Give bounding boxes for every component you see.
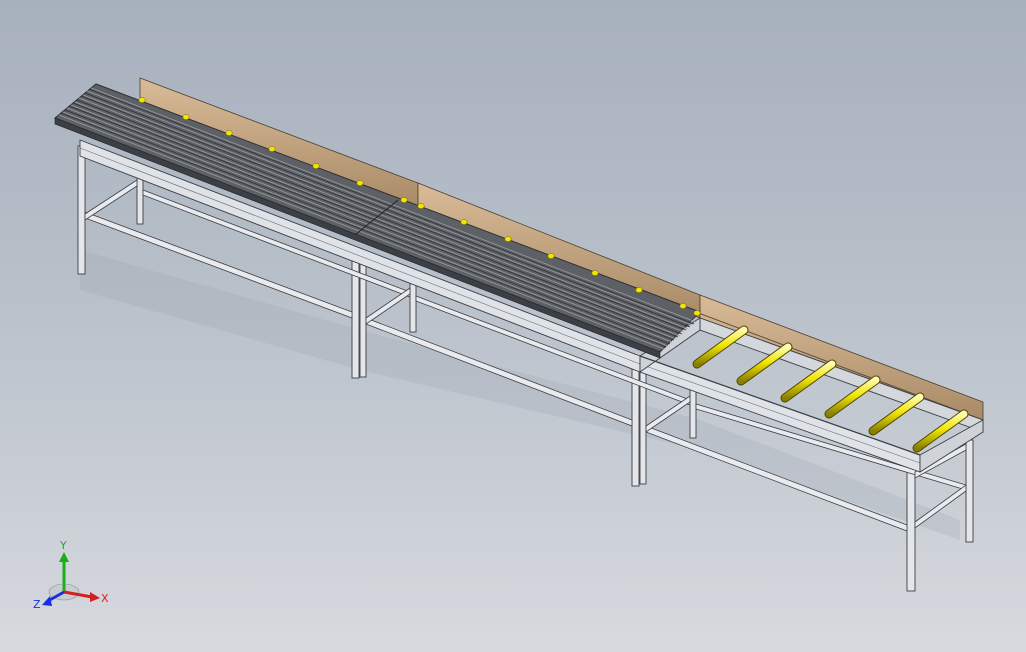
side-guard (139, 77, 984, 421)
conveyor-model[interactable] (0, 0, 1026, 652)
graphics-viewport[interactable]: Y X Z (0, 0, 1026, 652)
x-axis-label: X (101, 592, 109, 605)
orientation-triad: Y X Z (33, 539, 109, 611)
roller (868, 392, 925, 436)
y-axis-label: Y (59, 539, 67, 552)
slat-deck (54, 83, 701, 359)
z-axis-label: Z (33, 598, 41, 611)
